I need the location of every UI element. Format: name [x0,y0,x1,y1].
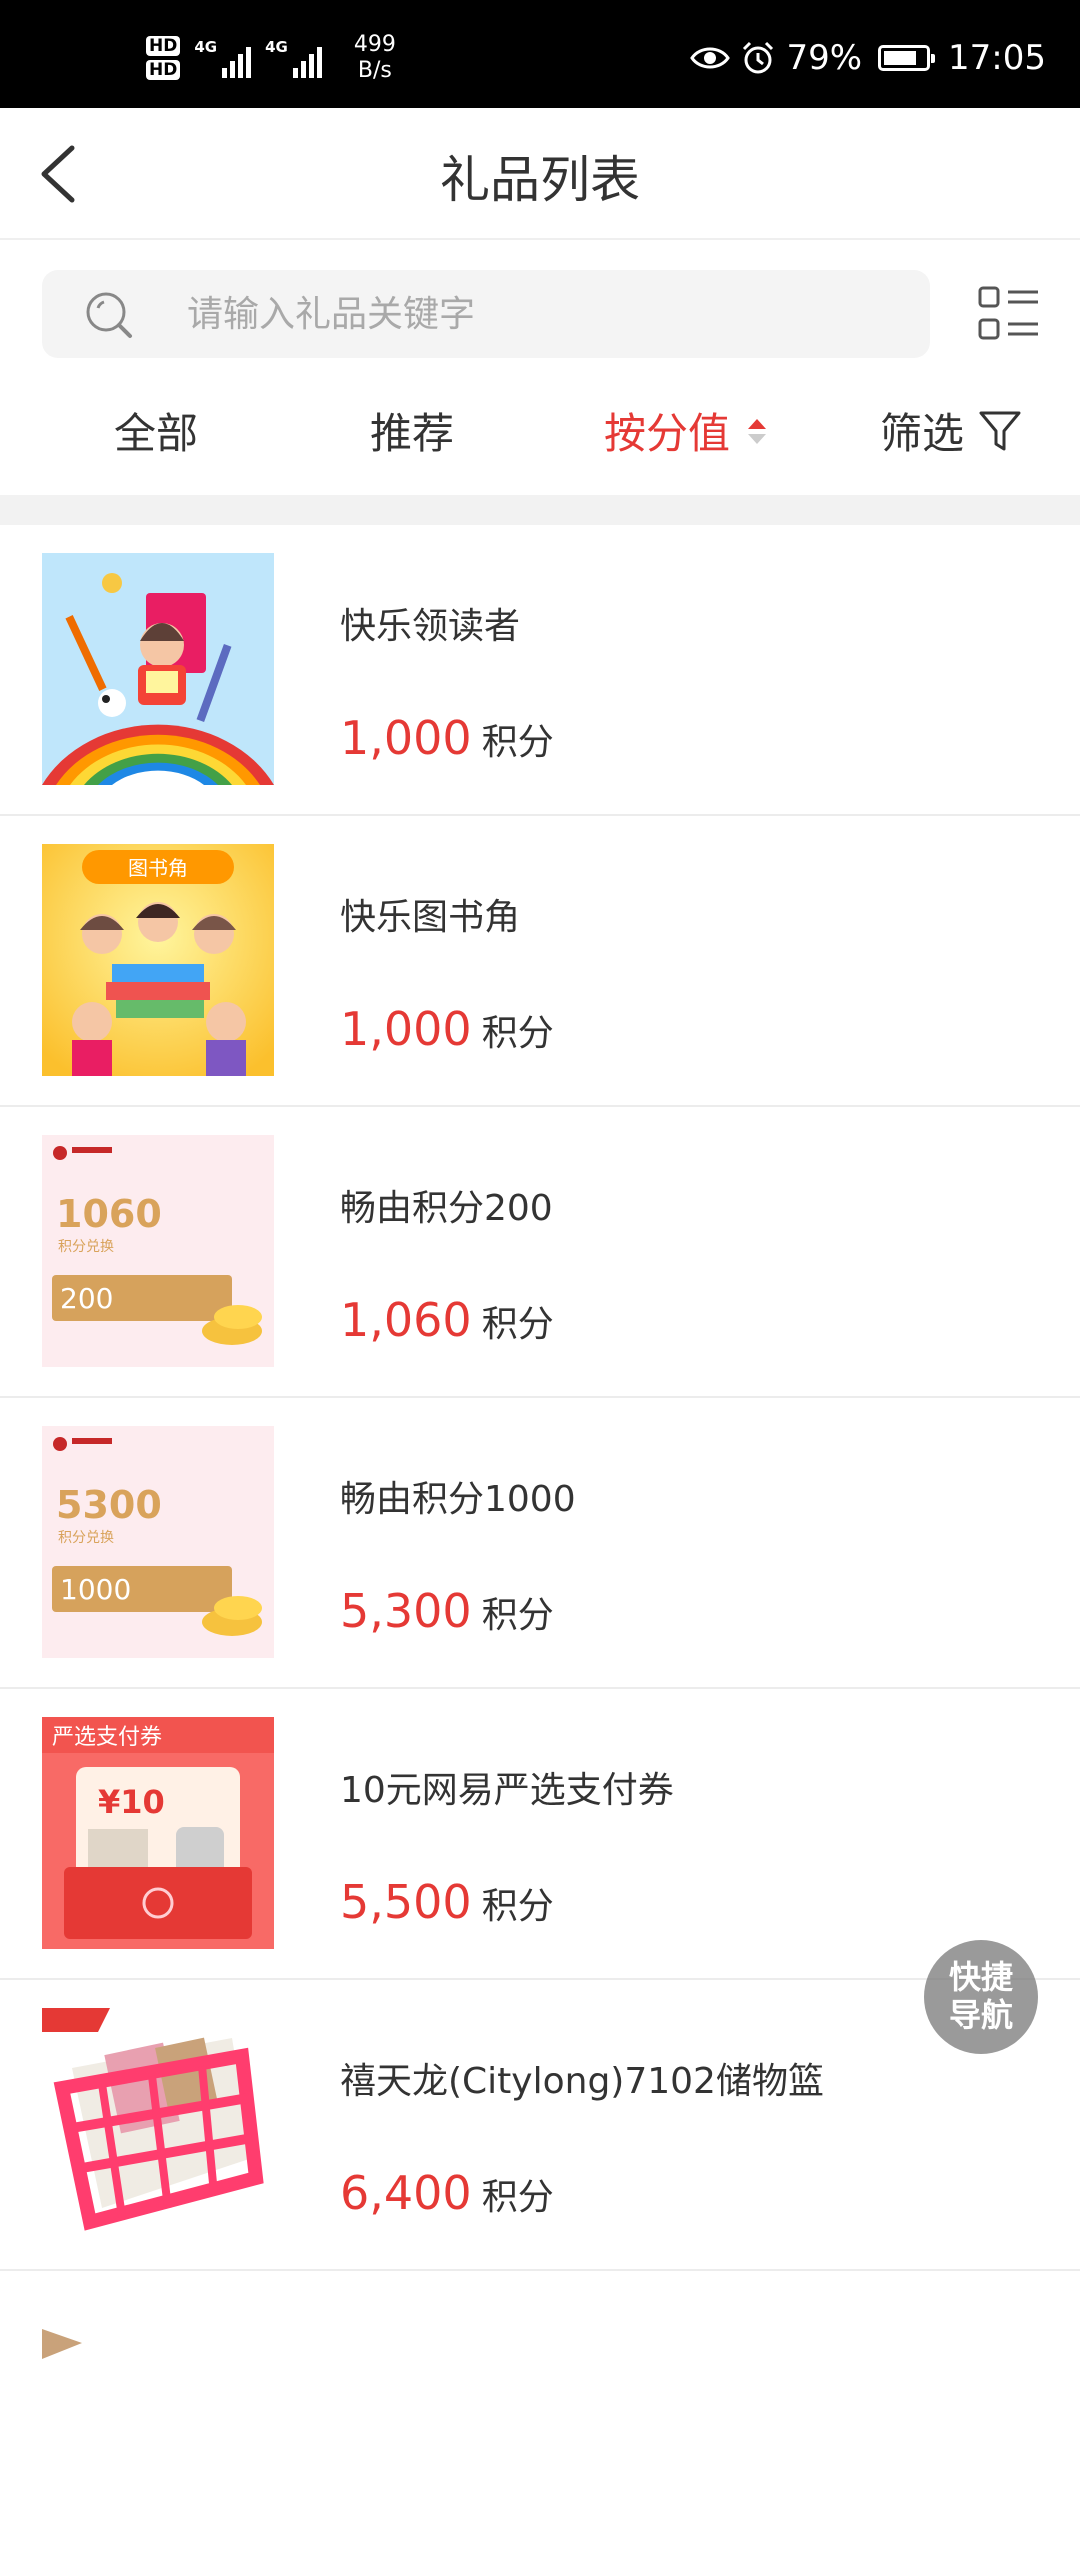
hd-badge-1: HD [146,36,181,56]
gift-image-storage-basket [42,2008,274,2240]
gift-item-partial[interactable] [0,2271,1080,2562]
image-banner-text: 图书角 [128,856,188,880]
tab-filter[interactable]: 筛选 [880,400,1022,461]
clock: 17:05 [948,38,1046,78]
gift-image-book-corner: 图书角 [42,844,274,1076]
gift-points: 1,000 [340,1002,472,1056]
hd-badge-2: HD [146,60,181,80]
gift-price: 5,500 积分 [340,1875,554,1929]
section-divider [0,495,1080,525]
page-title: 礼品列表 [440,151,640,209]
search-input[interactable] [187,270,887,358]
gift-item[interactable]: 5300 积分兑换 1000 畅由积分1000 5,300 积分 [0,1398,1080,1689]
gift-price: 1,000 积分 [340,1002,554,1056]
card-small-text: 积分兑换 [58,1238,114,1255]
quick-nav-button[interactable]: 快捷 导航 [924,1940,1038,2054]
gift-points-unit: 积分 [481,1304,554,1345]
gift-image-partial [42,2299,274,2531]
gift-image-points-card: 1060 积分兑换 200 [42,1135,274,1367]
card-bar-number: 1000 [60,1573,131,1606]
search-row [0,240,1080,380]
navigation-bar: 礼品列表 [0,108,1080,240]
gift-points-unit: 积分 [481,1013,554,1054]
gift-points: 5,300 [340,1584,472,1638]
gift-points-unit: 积分 [481,2177,554,2218]
coupon-banner-text: 严选支付券 [52,1725,162,1750]
gift-price: 1,060 积分 [340,1293,554,1347]
battery-percent: 79% [786,38,863,78]
alarm-icon [743,41,774,74]
gift-price: 6,400 积分 [340,2166,554,2220]
gift-name: 畅由积分1000 [340,1479,576,1520]
gift-price: 1,000 积分 [340,711,554,765]
gift-name: 禧天龙(Citylong)7102储物篮 [340,2061,824,2102]
gift-points: 5,500 [340,1875,472,1929]
card-big-number: 1060 [56,1192,162,1236]
gift-image-happy-reader [42,553,274,785]
signal-icon-sim1: 4G [194,38,252,78]
card-big-number: 5300 [56,1483,162,1527]
list-view-icon[interactable] [978,284,1040,344]
gift-item[interactable]: 快乐领读者 1,000 积分 [0,525,1080,816]
gift-name: 畅由积分200 [340,1188,553,1229]
gift-points-unit: 积分 [481,1886,554,1927]
card-bar-number: 200 [60,1282,113,1315]
network-indicators: HD HD 4G 4G 499 B/s [146,30,396,86]
gift-item[interactable]: 严选支付券 ¥10 10元网易严选支付券 5,500 积分 [0,1689,1080,1980]
gift-item[interactable]: 图书角 快乐图书角 1,000 积分 [0,816,1080,1107]
gift-points: 1,060 [340,1293,472,1347]
network-speed: 499 B/s [353,32,396,83]
filter-icon [979,411,1021,450]
search-icon [86,292,132,338]
sort-arrows-icon [748,418,767,444]
eye-icon [690,47,731,69]
gift-list: 快乐领读者 1,000 积分 图书角 快乐图书角 1,000 积分 1060 积… [0,525,1080,2562]
sort-tabs: 全部 推荐 按分值 筛选 [0,380,1080,495]
status-bar: HD HD 4G 4G 499 B/s 79% 17:05 [0,0,1080,108]
gift-name: 快乐领读者 [340,606,521,647]
gift-price: 5,300 积分 [340,1584,554,1638]
card-small-text: 积分兑换 [58,1529,114,1546]
tab-recommended[interactable]: 推荐 [370,400,454,461]
gift-image-points-card: 5300 积分兑换 1000 [42,1426,274,1658]
tab-by-points[interactable]: 按分值 [604,400,770,461]
gift-item[interactable]: 1060 积分兑换 200 畅由积分200 1,060 积分 [0,1107,1080,1398]
gift-points: 1,000 [340,711,472,765]
gift-name: 10元网易严选支付券 [340,1770,674,1811]
search-box[interactable] [42,270,930,358]
gift-points-unit: 积分 [481,722,554,763]
gift-points: 6,400 [340,2166,472,2220]
gift-name: 快乐图书角 [340,897,521,938]
gift-item[interactable]: 禧天龙(Citylong)7102储物篮 6,400 积分 [0,1980,1080,2271]
battery-icon [878,45,936,71]
gift-image-coupon: 严选支付券 ¥10 [42,1717,274,1949]
coupon-value: ¥10 [98,1783,165,1821]
gift-points-unit: 积分 [481,1595,554,1636]
tab-all[interactable]: 全部 [114,400,198,461]
signal-icon-sim2: 4G [265,38,322,78]
